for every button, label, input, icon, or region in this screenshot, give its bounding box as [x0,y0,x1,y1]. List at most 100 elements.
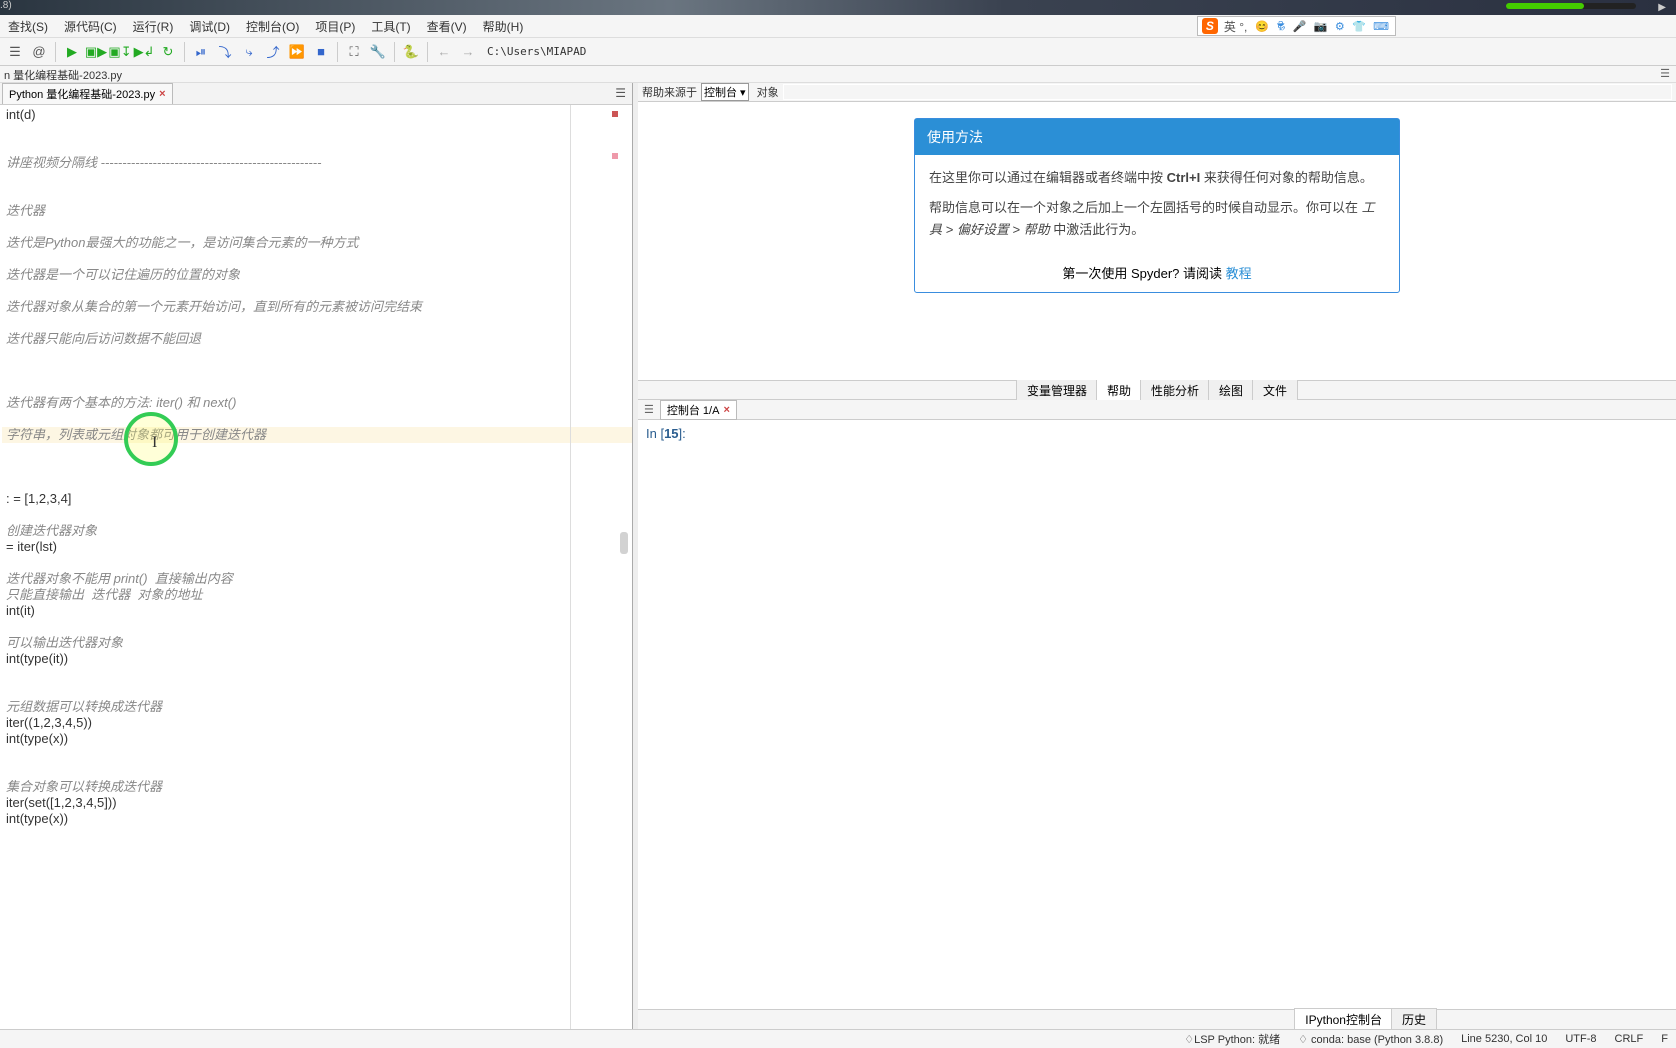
tab-help[interactable]: 帮助 [1096,379,1142,401]
code-line[interactable] [2,123,632,139]
code-line[interactable]: 迭代器 [2,203,632,219]
sogou-icon[interactable]: S [1202,18,1218,34]
browse-tabs-icon[interactable]: ☰ [642,403,656,416]
keyboard-icon[interactable]: ⌨ [1373,21,1389,33]
menu-help[interactable]: 帮助(H) [475,15,532,38]
code-line[interactable] [2,219,632,235]
code-line[interactable] [2,667,632,683]
forward-icon[interactable]: → [457,41,479,63]
mic-icon[interactable]: 🎤 [1293,21,1307,33]
code-line[interactable]: 迭代器有两个基本的方法: iter() 和 next() [2,395,632,411]
ime-toolbar[interactable]: S 英 °, 😊 🕏 🎤 📷 ⚙ 👕 ⌨ [1197,16,1396,36]
run-icon[interactable]: ▶ [61,41,83,63]
code-line[interactable] [2,443,632,459]
code-line[interactable]: int(type(x)) [2,811,632,827]
code-line[interactable] [2,555,632,571]
code-line[interactable] [2,507,632,523]
tab-history[interactable]: 历史 [1391,1008,1437,1031]
close-icon[interactable]: × [723,404,729,416]
camera-icon[interactable]: 📷 [1314,21,1328,33]
debug-step-over-icon[interactable]: ⏯ [190,41,212,63]
debug-step-into-icon[interactable]: ⤷ [238,41,260,63]
menu-run[interactable]: 运行(R) [125,15,182,38]
code-line[interactable] [2,171,632,187]
code-line[interactable] [2,363,632,379]
code-line[interactable]: 迭代器对象不能用 print() 直接输出内容 [2,571,632,587]
code-line[interactable] [2,747,632,763]
menu-projects[interactable]: 项目(P) [307,15,363,38]
editor-tab[interactable]: Python 量化编程基础-2023.py × [2,83,173,104]
person-icon[interactable]: 🕏 [1276,21,1285,33]
ipython-console[interactable]: In [15]: [638,420,1676,1009]
status-encoding[interactable]: UTF-8 [1565,1033,1596,1045]
status-last[interactable]: F [1661,1033,1668,1045]
code-line[interactable] [2,379,632,395]
code-line[interactable]: 可以输出迭代器对象 [2,635,632,651]
code-line[interactable]: int(type(x)) [2,731,632,747]
python-path-icon[interactable]: 🐍 [400,41,422,63]
preferences-icon[interactable]: 🔧 [367,41,389,63]
code-line[interactable]: = iter(lst) [2,539,632,555]
working-dir-path[interactable]: C:\Users\MIAPAD [487,45,586,58]
code-line[interactable]: 只能直接输出 迭代器 对象的地址 [2,587,632,603]
scrollbar-thumb[interactable] [620,532,628,554]
code-line[interactable] [2,347,632,363]
shirt-icon[interactable]: 👕 [1352,21,1366,33]
status-eol[interactable]: CRLF [1615,1033,1644,1045]
code-line[interactable]: iter(set([1,2,3,4,5])) [2,795,632,811]
code-line[interactable] [2,619,632,635]
code-line[interactable]: 讲座视频分隔线 --------------------------------… [2,155,632,171]
tab-profiler[interactable]: 性能分析 [1140,379,1210,401]
menu-find[interactable]: 查找(S) [0,15,56,38]
menu-icon[interactable]: ☰ [1660,67,1670,80]
code-line[interactable] [2,251,632,267]
options-icon[interactable]: ☰ [615,86,626,100]
close-icon[interactable]: × [159,88,165,100]
menu-debug[interactable]: 调试(D) [181,15,238,38]
help-source-combo[interactable]: 控制台 ▾ [701,83,749,101]
tab-ipython[interactable]: IPython控制台 [1294,1008,1393,1031]
at-icon[interactable]: @ [28,41,50,63]
rerun-icon[interactable]: ↻ [157,41,179,63]
code-line[interactable] [2,283,632,299]
code-line[interactable] [2,139,632,155]
gear-icon[interactable]: ⚙ [1335,21,1345,33]
code-line[interactable] [2,763,632,779]
emoji-icon[interactable]: 😊 [1255,21,1269,33]
back-icon[interactable]: ← [433,41,455,63]
code-line[interactable]: 迭代器只能向后访问数据不能回退 [2,331,632,347]
debug-step-icon[interactable]: ⤵ [214,41,236,63]
code-line[interactable]: 字符串，列表或元组对象都可用于创建迭代器 [2,427,632,443]
code-line[interactable]: 迭代器对象从集合的第一个元素开始访问，直到所有的元素被访问完结束 [2,299,632,315]
tab-variable-explorer[interactable]: 变量管理器 [1016,379,1098,401]
code-line[interactable]: int(it) [2,603,632,619]
debug-step-out-icon[interactable]: ⤴ [262,41,284,63]
outline-icon[interactable]: ☰ [4,41,26,63]
code-line[interactable] [2,475,632,491]
code-line[interactable] [2,187,632,203]
tab-files[interactable]: 文件 [1252,379,1298,401]
status-conda[interactable]: ♢ conda: base (Python 3.8.8) [1298,1033,1443,1046]
debug-continue-icon[interactable]: ⏩ [286,41,308,63]
menu-view[interactable]: 查看(V) [419,15,475,38]
code-line[interactable]: 集合对象可以转换成迭代器 [2,779,632,795]
run-cell-advance-icon[interactable]: ▣↧ [109,41,131,63]
code-line[interactable]: 创建迭代器对象 [2,523,632,539]
code-line[interactable] [2,411,632,427]
menu-consoles[interactable]: 控制台(O) [238,15,307,38]
code-line[interactable]: : = [1,2,3,4] [2,491,632,507]
code-line[interactable]: int(type(it)) [2,651,632,667]
code-line[interactable]: 迭代是Python最强大的功能之一，是访问集合元素的一种方式 [2,235,632,251]
code-line[interactable] [2,315,632,331]
tutorial-link[interactable]: 教程 [1226,266,1252,281]
ime-lang[interactable]: 英 °, [1224,18,1247,35]
console-tab[interactable]: 控制台 1/A × [660,400,737,420]
run-selection-icon[interactable]: ▶↲ [133,41,155,63]
code-line[interactable] [2,683,632,699]
status-lsp[interactable]: ♢LSP Python: 就绪 [1184,1031,1280,1047]
code-line[interactable] [2,459,632,475]
menu-tools[interactable]: 工具(T) [363,15,418,38]
menu-source[interactable]: 源代码(C) [56,15,125,38]
maximize-icon[interactable]: ⛶ [343,41,365,63]
run-cell-icon[interactable]: ▣▶ [85,41,107,63]
